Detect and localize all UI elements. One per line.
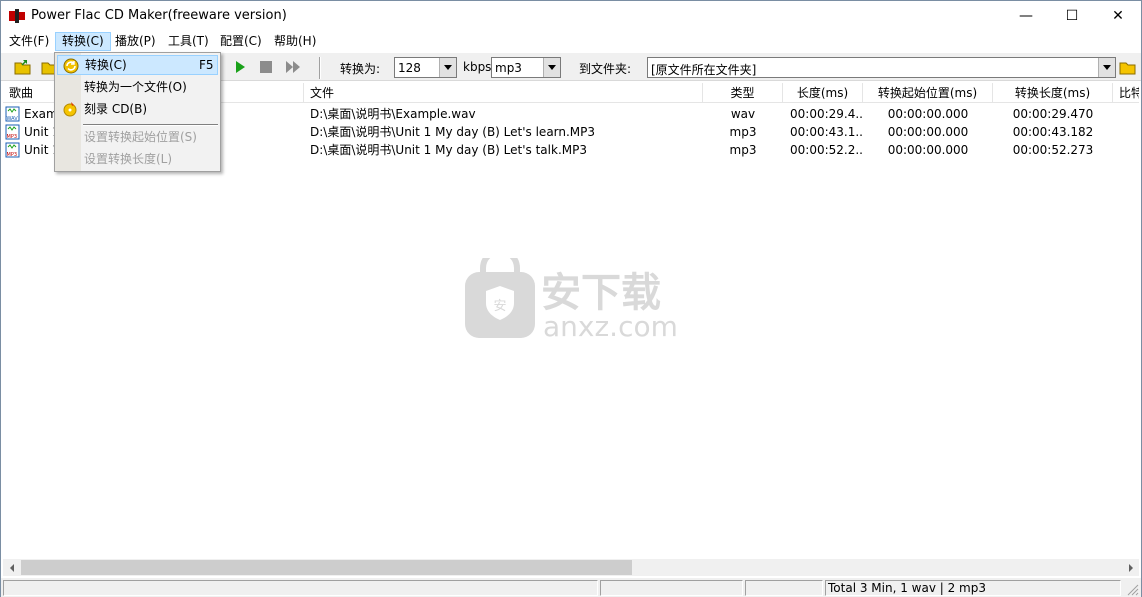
menu-item-label: 设置转换长度(L) xyxy=(84,152,173,166)
convert-menu-dropdown: 转换(C) F5 转换为一个文件(O) 刻录 CD(B) 设置转换起始位置(S)… xyxy=(54,52,221,172)
file-path: D:\桌面\说明书\Unit 1 My day (B) Let's learn.… xyxy=(310,125,596,139)
burn-cd-icon xyxy=(63,102,77,117)
browse-folder-icon[interactable] xyxy=(1119,58,1137,76)
chevron-down-icon[interactable] xyxy=(439,58,456,77)
convert-icon xyxy=(63,58,79,74)
menu-item-convert-to-one[interactable]: 转换为一个文件(O) xyxy=(57,77,218,97)
chevron-down-icon[interactable] xyxy=(543,58,560,77)
status-summary: Total 3 Min, 1 wav | 2 mp3 xyxy=(825,580,1121,596)
scrollbar-thumb[interactable] xyxy=(21,560,632,575)
menu-item-label: 转换(C) xyxy=(85,58,127,72)
menu-item-label: 设置转换起始位置(S) xyxy=(84,130,197,144)
watermark-en: anxz.com xyxy=(543,310,678,340)
watermark-logo: 安 安下载 anxz.com xyxy=(465,258,678,340)
file-path: D:\桌面\说明书\Unit 1 My day (B) Let's talk.M… xyxy=(310,143,587,157)
stop-icon[interactable] xyxy=(257,58,275,76)
col-file-header[interactable]: 文件 xyxy=(304,83,703,103)
menu-play[interactable]: 播放(P) xyxy=(109,32,162,51)
play-icon[interactable] xyxy=(231,58,249,76)
bitrate-select[interactable]: 128 xyxy=(394,57,457,78)
menu-tools[interactable]: 工具(T) xyxy=(162,32,215,51)
col-type-header[interactable]: 类型 xyxy=(703,83,783,103)
menu-item-convert[interactable]: 转换(C) F5 xyxy=(57,55,218,75)
col-start-header[interactable]: 转换起始位置(ms) xyxy=(863,83,993,103)
svg-text:安: 安 xyxy=(493,299,506,314)
title-bar: Power Flac CD Maker(freeware version) — … xyxy=(1,1,1141,31)
menu-file[interactable]: 文件(F) xyxy=(3,32,55,51)
song-name: Unit 1 xyxy=(24,125,54,139)
song-name: Unit 1 xyxy=(24,143,54,157)
convert-length: 00:00:52.273 xyxy=(1012,143,1094,157)
scroll-left-icon[interactable] xyxy=(3,559,20,576)
minimize-button[interactable]: — xyxy=(1003,1,1049,31)
status-panel-1 xyxy=(3,580,598,596)
menu-item-label: 转换为一个文件(O) xyxy=(84,80,187,94)
start-position: 00:00:00.000 xyxy=(887,143,969,157)
menu-separator xyxy=(83,124,218,126)
start-position: 00:00:00.000 xyxy=(887,125,969,139)
toolbar-separator xyxy=(319,57,321,79)
convert-length: 00:00:29.470 xyxy=(1012,107,1094,121)
svg-text:MP3: MP3 xyxy=(7,152,18,158)
menu-bar: 文件(F) 转换(C) 播放(P) 工具(T) 配置(C) 帮助(H) xyxy=(1,31,1141,52)
status-panel-2 xyxy=(600,580,743,596)
resize-grip-icon[interactable] xyxy=(1125,582,1139,596)
svg-text:WAV: WAV xyxy=(7,116,19,122)
to-folder-label: 到文件夹: xyxy=(579,62,632,76)
wav-file-icon: WAV xyxy=(5,106,20,122)
format-select[interactable]: mp3 xyxy=(491,57,561,78)
col-length-header[interactable]: 长度(ms) xyxy=(783,83,863,103)
status-panel-3 xyxy=(745,580,823,596)
file-length: 00:00:29.4... xyxy=(790,107,863,121)
folder-select[interactable]: [原文件所在文件夹] xyxy=(647,57,1116,78)
convert-length: 00:00:43.182 xyxy=(1012,125,1094,139)
close-button[interactable]: ✕ xyxy=(1095,1,1141,31)
menu-item-set-start[interactable]: 设置转换起始位置(S) xyxy=(57,127,218,147)
menu-help[interactable]: 帮助(H) xyxy=(268,32,322,51)
song-name: Exam xyxy=(24,107,54,121)
menu-item-set-length[interactable]: 设置转换长度(L) xyxy=(57,149,218,169)
app-logo-icon xyxy=(9,9,25,23)
mp3-file-icon: MP3 xyxy=(5,124,20,140)
folder-value: [原文件所在文件夹] xyxy=(651,63,757,77)
window-title: Power Flac CD Maker(freeware version) xyxy=(31,8,287,23)
col-bitrate-header[interactable]: 比特 xyxy=(1113,83,1139,103)
fast-forward-icon[interactable] xyxy=(284,58,302,76)
app-window: Power Flac CD Maker(freeware version) — … xyxy=(0,0,1142,597)
start-position: 00:00:00.000 xyxy=(887,107,969,121)
file-length: 00:00:43.1... xyxy=(790,125,863,139)
bitrate-value: 128 xyxy=(398,61,421,75)
convert-to-label: 转换为: xyxy=(340,62,381,76)
format-value: mp3 xyxy=(495,61,522,75)
file-type: mp3 xyxy=(729,125,757,139)
maximize-button[interactable]: ☐ xyxy=(1049,1,1095,31)
mp3-file-icon: MP3 xyxy=(5,142,20,158)
menu-convert[interactable]: 转换(C) xyxy=(55,32,111,51)
file-type: mp3 xyxy=(729,143,757,157)
file-length: 00:00:52.2... xyxy=(790,143,863,157)
status-bar: Total 3 Min, 1 wav | 2 mp3 xyxy=(1,578,1141,597)
menu-item-shortcut: F5 xyxy=(199,58,214,72)
open-folder-icon[interactable] xyxy=(14,58,32,76)
menu-config[interactable]: 配置(C) xyxy=(214,32,268,51)
kbps-label: kbps xyxy=(463,60,492,74)
menu-item-burn-cd[interactable]: 刻录 CD(B) xyxy=(57,99,218,119)
scroll-right-icon[interactable] xyxy=(1122,559,1139,576)
svg-text:MP3: MP3 xyxy=(7,134,18,140)
file-type: wav xyxy=(730,107,756,121)
file-path: D:\桌面\说明书\Example.wav xyxy=(310,107,476,121)
col-convlen-header[interactable]: 转换长度(ms) xyxy=(993,83,1113,103)
menu-item-label: 刻录 CD(B) xyxy=(84,102,148,116)
chevron-down-icon[interactable] xyxy=(1098,58,1115,77)
horizontal-scrollbar[interactable] xyxy=(3,559,1139,576)
